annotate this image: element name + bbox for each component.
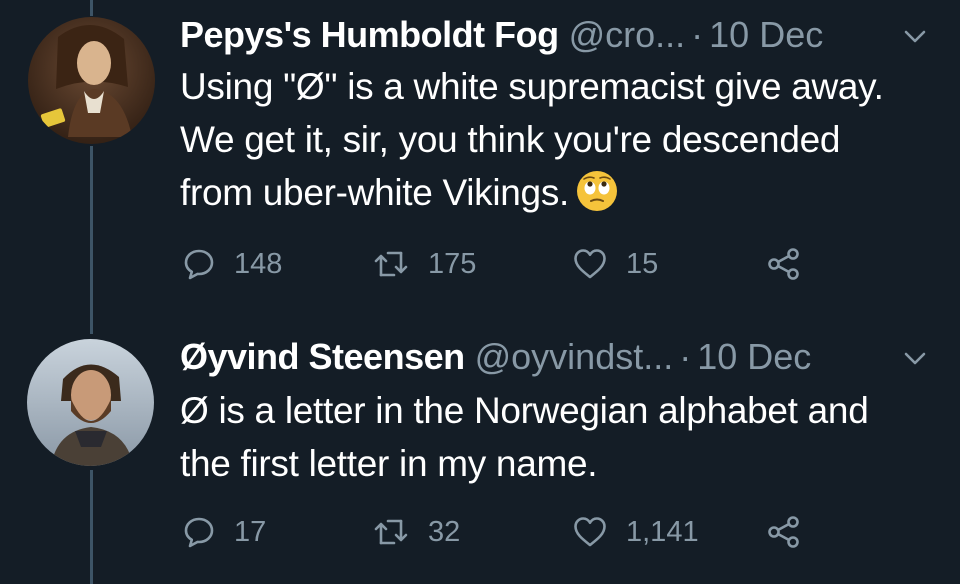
tweet-text-content: Ø is a letter in the Norwegian alphabet … (180, 390, 869, 484)
avatar[interactable] (28, 17, 155, 144)
tweet-actions: 17 32 1,141 (182, 512, 822, 552)
rolling-eyes-emoji-icon (577, 171, 617, 212)
tweet[interactable]: Pepys's Humboldt Fog @cro... · 10 Dec Us… (0, 0, 960, 320)
reply-icon (184, 517, 214, 548)
like-button[interactable]: 15 (572, 244, 658, 284)
retweet-button[interactable]: 175 (372, 244, 476, 284)
like-count: 15 (626, 247, 659, 280)
retweet-icon (374, 251, 408, 277)
reply-count: 17 (234, 515, 267, 548)
tweet-text-content: Using "Ø" is a white supremacist give aw… (180, 66, 884, 213)
tweet-header: Pepys's Humboldt Fog @cro... · 10 Dec (180, 13, 940, 57)
user-handle[interactable]: @oyvindst... (475, 336, 674, 378)
share-button[interactable] (766, 244, 802, 284)
tweet-text: Ø is a letter in the Norwegian alphabet … (180, 384, 900, 490)
tweet-header: Øyvind Steensen @oyvindst... · 10 Dec (180, 335, 940, 379)
chevron-down-icon[interactable] (900, 21, 930, 51)
display-name[interactable]: Pepys's Humboldt Fog (180, 14, 559, 56)
reply-button[interactable]: 17 (182, 512, 266, 552)
tweet-actions: 148 175 15 (182, 244, 822, 284)
retweet-count: 32 (428, 515, 461, 548)
display-name[interactable]: Øyvind Steensen (180, 336, 465, 378)
avatar[interactable] (27, 339, 154, 466)
separator-dot: · (691, 14, 704, 55)
user-handle[interactable]: @cro... (569, 14, 686, 56)
tweet-date[interactable]: 10 Dec (709, 14, 823, 56)
tweet[interactable]: Øyvind Steensen @oyvindst... · 10 Dec Ø … (0, 320, 960, 584)
heart-icon (574, 249, 606, 279)
like-count: 1,141 (626, 515, 699, 548)
reply-count: 148 (234, 247, 283, 280)
tweet-text: Using "Ø" is a white supremacist give aw… (180, 60, 900, 219)
reply-button[interactable]: 148 (182, 244, 282, 284)
retweet-count: 175 (428, 247, 477, 280)
tweet-date[interactable]: 10 Dec (697, 336, 811, 378)
heart-icon (574, 517, 606, 547)
like-button[interactable]: 1,141 (572, 512, 699, 552)
share-button[interactable] (766, 512, 802, 552)
share-icon (768, 248, 799, 280)
chevron-down-icon[interactable] (900, 343, 930, 373)
separator-dot: · (679, 336, 692, 377)
retweet-icon (374, 519, 408, 545)
retweet-button[interactable]: 32 (372, 512, 460, 552)
reply-icon (184, 249, 214, 280)
share-icon (768, 516, 799, 548)
